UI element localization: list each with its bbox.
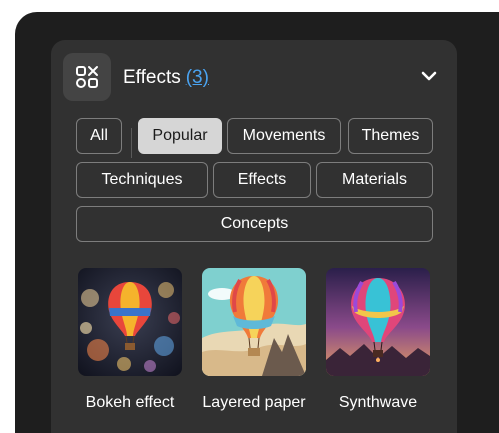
bokeh-effect-thumbnail <box>78 268 182 376</box>
filter-chip-effects[interactable]: Effects <box>213 162 311 198</box>
filter-chip-themes[interactable]: Themes <box>348 118 433 154</box>
layered-paper-thumbnail <box>202 268 306 376</box>
effect-card-synthwave[interactable]: Synthwave <box>326 268 430 412</box>
synthwave-thumbnail <box>326 268 430 376</box>
chip-divider <box>131 128 132 158</box>
effects-panel: Effects (3) All Popular Movements Themes … <box>51 40 457 433</box>
filter-chip-popular[interactable]: Popular <box>138 118 222 154</box>
filter-chip-materials[interactable]: Materials <box>316 162 433 198</box>
section-title: Effects (3) <box>123 67 209 89</box>
effects-grid-icon <box>63 53 111 101</box>
effect-card-layered-paper[interactable]: Layered paper <box>202 268 306 412</box>
filter-chip-all[interactable]: All <box>76 118 122 154</box>
section-title-label: Effects <box>123 67 181 88</box>
effect-card-bokeh[interactable]: Bokeh effect <box>78 268 182 412</box>
chevron-down-icon[interactable] <box>421 70 437 82</box>
effect-card-label: Bokeh effect <box>85 394 175 411</box>
effect-card-label: Layered paper <box>202 394 306 411</box>
effect-card-label: Synthwave <box>338 394 418 411</box>
effects-count-link[interactable]: (3) <box>186 67 209 88</box>
filter-chip-movements[interactable]: Movements <box>227 118 341 154</box>
filter-chip-techniques[interactable]: Techniques <box>76 162 208 198</box>
filter-chip-concepts[interactable]: Concepts <box>76 206 433 242</box>
